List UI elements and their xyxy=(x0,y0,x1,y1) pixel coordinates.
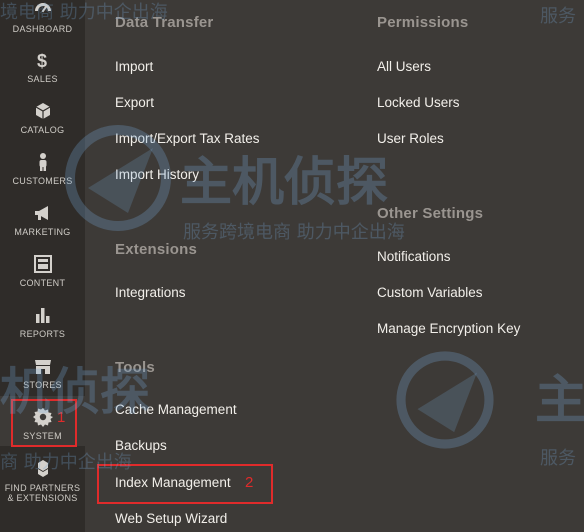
section-title-permissions: Permissions xyxy=(377,14,469,31)
nav-customers[interactable]: CUSTOMERS xyxy=(0,138,85,186)
store-icon xyxy=(32,355,54,377)
link-custom-variables[interactable]: Custom Variables xyxy=(377,285,483,300)
link-locked-users[interactable]: Locked Users xyxy=(377,95,460,110)
link-web-setup-wizard[interactable]: Web Setup Wizard xyxy=(115,511,227,526)
link-export[interactable]: Export xyxy=(115,95,154,110)
megaphone-icon xyxy=(32,202,54,224)
system-menu-panel: Data Transfer Import Export Import/Expor… xyxy=(85,0,584,532)
link-notifications[interactable]: Notifications xyxy=(377,249,451,264)
link-user-roles[interactable]: User Roles xyxy=(377,131,444,146)
cubes-icon xyxy=(32,458,54,480)
nav-label: STORES xyxy=(23,380,62,390)
layout-icon xyxy=(32,253,54,275)
step-2-label: 2 xyxy=(245,474,254,491)
link-integrations[interactable]: Integrations xyxy=(115,285,186,300)
person-icon xyxy=(32,151,54,173)
dashboard-icon xyxy=(32,0,54,21)
admin-sidebar: DASHBOARD $ SALES CATALOG CUSTOMERS MARK… xyxy=(0,0,85,532)
nav-marketing[interactable]: MARKETING xyxy=(0,189,85,237)
nav-label: CATALOG xyxy=(20,125,65,135)
nav-label: CUSTOMERS xyxy=(12,176,73,186)
svg-text:$: $ xyxy=(37,51,47,70)
section-title-other-settings: Other Settings xyxy=(377,205,484,222)
bar-chart-icon xyxy=(32,304,54,326)
nav-stores[interactable]: STORES xyxy=(0,342,85,390)
link-import-export-tax-rates[interactable]: Import/Export Tax Rates xyxy=(115,131,260,146)
nav-catalog[interactable]: CATALOG xyxy=(0,87,85,135)
step-1-label: 1 xyxy=(57,409,66,426)
box-icon xyxy=(32,100,54,122)
section-title-tools: Tools xyxy=(115,359,155,376)
link-import-history[interactable]: Import History xyxy=(115,167,199,182)
system-highlight-box xyxy=(11,399,77,447)
section-title-data-transfer: Data Transfer xyxy=(115,14,214,31)
nav-content[interactable]: CONTENT xyxy=(0,240,85,288)
nav-find-partners[interactable]: FIND PARTNERS & EXTENSIONS xyxy=(0,456,85,503)
nav-label: FIND PARTNERS & EXTENSIONS xyxy=(4,483,81,503)
link-manage-encryption-key[interactable]: Manage Encryption Key xyxy=(377,321,520,336)
nav-reports[interactable]: REPORTS xyxy=(0,291,85,339)
link-all-users[interactable]: All Users xyxy=(377,59,431,74)
nav-label: REPORTS xyxy=(19,329,66,339)
dollar-icon: $ xyxy=(32,49,54,71)
link-cache-management[interactable]: Cache Management xyxy=(115,402,237,417)
nav-label: DASHBOARD xyxy=(12,24,73,34)
nav-label: CONTENT xyxy=(19,278,66,288)
nav-sales[interactable]: $ SALES xyxy=(0,36,85,84)
link-backups[interactable]: Backups xyxy=(115,438,167,453)
section-title-extensions: Extensions xyxy=(115,241,198,258)
nav-label: SALES xyxy=(27,74,58,84)
link-import[interactable]: Import xyxy=(115,59,153,74)
nav-label: MARKETING xyxy=(14,227,71,237)
nav-dashboard[interactable]: DASHBOARD xyxy=(0,0,85,34)
